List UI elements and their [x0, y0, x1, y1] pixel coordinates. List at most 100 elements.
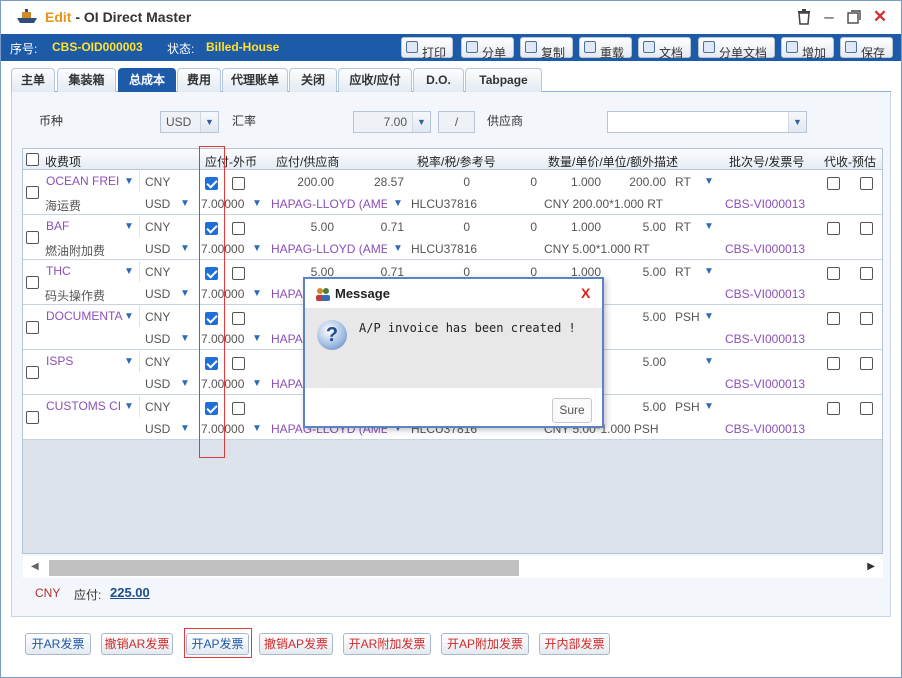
supplier-cell[interactable]: HAPAG-LLOYD (AME	[271, 242, 387, 256]
tab-total-cost[interactable]: 总成本	[118, 68, 176, 92]
col-batch: 批次号/发票号	[729, 155, 805, 169]
chevron-down-icon: ▼	[124, 356, 134, 367]
estimate-checkbox[interactable]	[860, 267, 873, 280]
tab-close[interactable]: 关闭	[289, 68, 337, 92]
fx-checkbox[interactable]	[232, 357, 245, 370]
row-checkbox[interactable]	[26, 411, 39, 424]
tab-tabpage[interactable]: Tabpage	[465, 68, 542, 92]
chevron-down-icon: ▼	[393, 198, 403, 209]
scroll-left-icon[interactable]: ◀	[31, 561, 39, 572]
payable-total[interactable]: 225.00	[110, 585, 150, 600]
printer-icon	[406, 41, 418, 53]
add-button[interactable]: 增加	[781, 37, 834, 60]
estimate-checkbox[interactable]	[860, 402, 873, 415]
collect-checkbox[interactable]	[827, 312, 840, 325]
invoice-number-link[interactable]: CBS-VI000013	[725, 197, 805, 211]
collect-checkbox[interactable]	[827, 357, 840, 370]
tab-agent-bill[interactable]: 代理账单	[222, 68, 288, 92]
estimate-checkbox[interactable]	[860, 177, 873, 190]
chevron-down-icon: ▼	[252, 333, 262, 344]
split-docs-button[interactable]: 分单文档	[698, 37, 775, 60]
estimate-checkbox[interactable]	[860, 357, 873, 370]
fx-checkbox[interactable]	[232, 222, 245, 235]
cancel-ap-invoice-button[interactable]: 撤销AP发票	[259, 633, 333, 655]
currency-cell: CNY	[145, 220, 171, 234]
docs-button[interactable]: 文档	[638, 37, 691, 60]
row-checkbox[interactable]	[26, 366, 39, 379]
copy-icon	[525, 41, 537, 53]
price-cell: 5.00	[642, 355, 666, 369]
scroll-thumb[interactable]	[49, 560, 519, 576]
collect-checkbox[interactable]	[827, 222, 840, 235]
tab-containers[interactable]: 集装箱	[57, 68, 116, 92]
supplier-select[interactable]: ▼	[607, 111, 807, 133]
chevron-down-icon: ▼	[252, 198, 262, 209]
chevron-down-icon: ▼	[704, 401, 714, 412]
price-cell: 5.00	[642, 265, 666, 279]
seq-label: 序号:	[10, 42, 38, 56]
dialog-close-icon[interactable]: X	[581, 285, 590, 301]
reference-cell: HLCU37816	[411, 242, 478, 256]
tab-ar-ap[interactable]: 应收/应付	[338, 68, 412, 92]
currency-select[interactable]: USD ▼	[160, 111, 219, 133]
reload-button[interactable]: 重载	[579, 37, 632, 60]
open-internal-invoice-button[interactable]: 开内部发票	[539, 633, 610, 655]
tab-charges[interactable]: 费用	[177, 68, 221, 92]
tab-bar: 主单 集装箱 总成本 费用 代理账单 关闭 应收/应付 D.O. Tabpage	[11, 68, 891, 92]
horizontal-scrollbar[interactable]: ◀ ▶	[23, 556, 883, 578]
table-row: BAF ▼ CNY 5.00 0.71 0 0 1.000 5.00 RT ▼ 燃油附加费 USD ▼ 7.…	[23, 215, 882, 260]
invoice-number-link[interactable]: CBS-VI000013	[725, 422, 805, 436]
open-ar-invoice-button[interactable]: 开AR发票	[25, 633, 91, 655]
dialog-header: Message X	[305, 279, 602, 308]
chevron-down-icon: ▼	[252, 288, 262, 299]
fx-checkbox[interactable]	[232, 402, 245, 415]
chevron-down-icon: ▼	[180, 378, 190, 389]
chevron-down-icon: ▼	[412, 112, 430, 132]
rate-divisor[interactable]: /	[438, 111, 475, 133]
chevron-down-icon: ▼	[124, 266, 134, 277]
invoice-number-link[interactable]: CBS-VI000013	[725, 332, 805, 346]
chevron-down-icon: ▼	[124, 311, 134, 322]
row-checkbox[interactable]	[26, 186, 39, 199]
row-checkbox[interactable]	[26, 276, 39, 289]
estimate-checkbox[interactable]	[860, 312, 873, 325]
window-title: Edit - OI Direct Master	[45, 9, 191, 25]
minimize-icon[interactable]: –	[819, 7, 839, 27]
row-checkbox[interactable]	[26, 321, 39, 334]
trash-icon[interactable]	[794, 7, 814, 27]
maximize-icon[interactable]	[844, 7, 864, 27]
supplier-cell[interactable]: HAPAG-LLOYD (AME	[271, 197, 387, 211]
chevron-down-icon: ▼	[180, 288, 190, 299]
chevron-down-icon: ▼	[704, 356, 714, 367]
save-button[interactable]: 保存	[840, 37, 893, 60]
amount-cell: 200.00	[297, 175, 334, 189]
price-cell: 5.00	[642, 400, 666, 414]
document-icon	[703, 41, 715, 53]
document-icon	[643, 41, 655, 53]
fx-checkbox[interactable]	[232, 312, 245, 325]
open-ar-extra-invoice-button[interactable]: 开AR附加发票	[343, 633, 431, 655]
close-icon[interactable]: ✕	[870, 7, 890, 27]
rate-select[interactable]: 7.00 ▼	[353, 111, 431, 133]
collect-checkbox[interactable]	[827, 402, 840, 415]
invoice-number-link[interactable]: CBS-VI000013	[725, 287, 805, 301]
print-button[interactable]: 打印	[401, 37, 453, 60]
collect-checkbox[interactable]	[827, 267, 840, 280]
tab-do[interactable]: D.O.	[413, 68, 464, 92]
row-checkbox[interactable]	[26, 231, 39, 244]
fx-checkbox[interactable]	[232, 267, 245, 280]
invoice-number-link[interactable]: CBS-VI000013	[725, 242, 805, 256]
collect-checkbox[interactable]	[827, 177, 840, 190]
invoice-number-link[interactable]: CBS-VI000013	[725, 377, 805, 391]
open-ap-extra-invoice-button[interactable]: 开AP附加发票	[441, 633, 529, 655]
ship-icon	[15, 8, 39, 24]
tab-main[interactable]: 主单	[11, 68, 55, 92]
status-label: 状态:	[167, 42, 195, 56]
copy-button[interactable]: 复制	[520, 37, 573, 60]
scroll-right-icon[interactable]: ▶	[867, 561, 875, 572]
cancel-ar-invoice-button[interactable]: 撤销AR发票	[101, 633, 173, 655]
estimate-checkbox[interactable]	[860, 222, 873, 235]
split-button[interactable]: 分单	[461, 37, 514, 60]
sure-button[interactable]: Sure	[552, 398, 592, 423]
fx-checkbox[interactable]	[232, 177, 245, 190]
